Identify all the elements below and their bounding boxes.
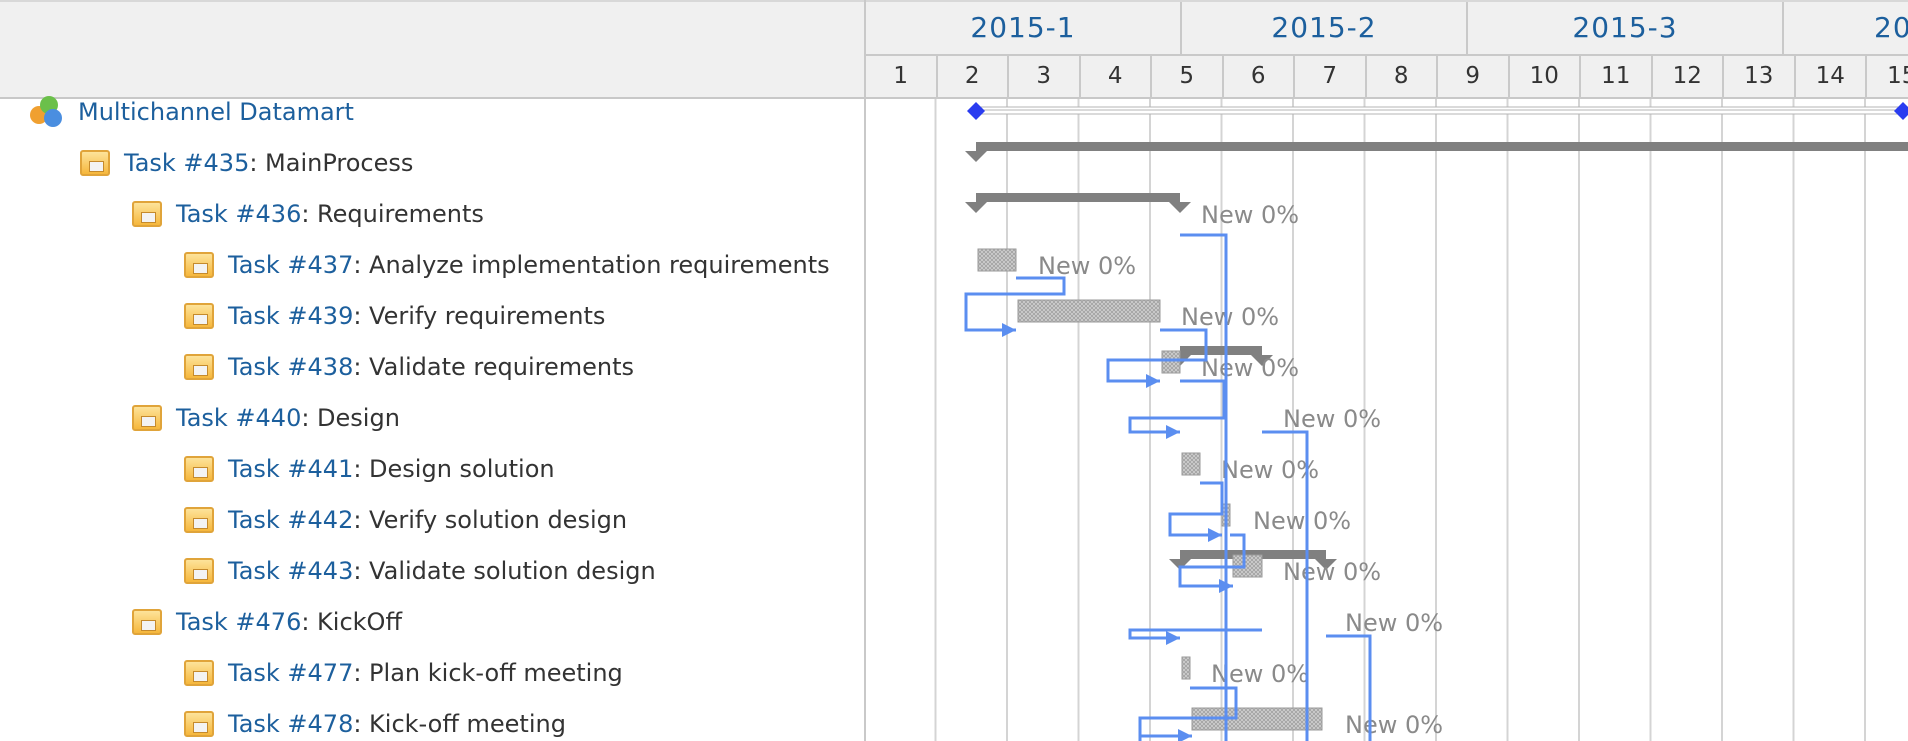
task-438-bar — [1161, 350, 1181, 374]
task-435-bar — [976, 142, 1908, 151]
dep-to-476-arrow — [1166, 631, 1180, 645]
gantt-chart[interactable]: New 0% New 0% New 0% New 0% New 0% New 0% New … — [0, 0, 1908, 741]
task-478-label: New 0% — [1345, 711, 1443, 739]
task-476-label: New 0% — [1345, 609, 1443, 637]
task-437-bar — [977, 248, 1017, 272]
dep-to-476 — [1128, 628, 1262, 640]
dep-439-438-arrow — [1146, 374, 1160, 388]
task-439-label: New 0% — [1181, 303, 1279, 331]
dep-to-478-arrow — [1178, 729, 1192, 741]
dep-438-440-arrow — [1166, 425, 1180, 439]
task-436-bar — [976, 193, 1180, 202]
project-start-milestone — [967, 102, 985, 120]
task-442-label: New 0% — [1253, 507, 1351, 535]
dep-441-442-arrow — [1208, 528, 1222, 542]
dep-438-440 — [1128, 379, 1226, 434]
task-477-bar — [1181, 656, 1191, 680]
project-timeline-bar — [975, 106, 1908, 115]
task-436-bar-start-cap — [965, 202, 987, 213]
task-436-label: New 0% — [1201, 201, 1299, 229]
task-439-bar — [1017, 299, 1161, 323]
task-441-bar — [1181, 452, 1201, 476]
task-436-bar-end-cap — [1169, 202, 1191, 213]
task-441-label: New 0% — [1221, 456, 1319, 484]
task-435-bar-start-cap — [965, 151, 987, 162]
task-443-label: New 0% — [1283, 558, 1381, 586]
task-440-label: New 0% — [1283, 405, 1381, 433]
task-437-label: New 0% — [1038, 252, 1136, 280]
project-end-milestone — [1894, 102, 1908, 120]
dep-439-438 — [1106, 328, 1208, 383]
dep-437-439-arrow — [1002, 323, 1016, 337]
dep-441-442 — [1168, 481, 1224, 537]
task-438-label: New 0% — [1201, 354, 1299, 382]
pane-divider[interactable] — [864, 0, 866, 741]
